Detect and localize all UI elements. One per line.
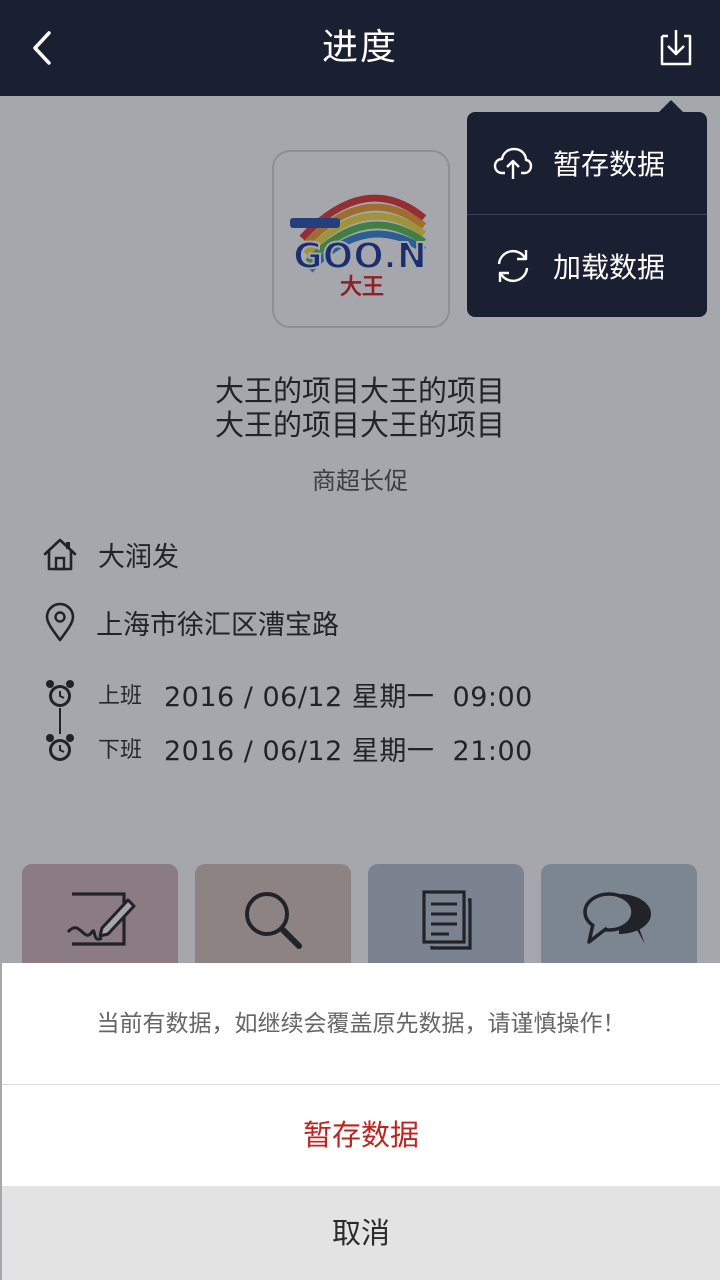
download-button[interactable] <box>654 26 698 70</box>
page-title: 进度 <box>321 27 398 68</box>
menu-item-load-data[interactable]: 加载数据 <box>467 215 707 317</box>
menu-pointer <box>659 100 683 112</box>
confirm-action-sheet: 当前有数据，如继续会覆盖原先数据，请谨慎操作！ 暂存数据 取消 <box>2 963 720 1280</box>
warning-message: 当前有数据，如继续会覆盖原先数据，请谨慎操作！ <box>2 963 720 1085</box>
refresh-icon <box>497 249 529 283</box>
top-bar: 进度 <box>0 0 720 96</box>
cancel-button[interactable]: 取消 <box>2 1186 720 1280</box>
download-icon <box>660 30 692 66</box>
cloud-upload-icon <box>493 147 533 179</box>
download-menu: 暂存数据 加载数据 <box>467 100 707 317</box>
save-draft-button[interactable]: 暂存数据 <box>2 1085 720 1186</box>
menu-item-save-draft[interactable]: 暂存数据 <box>467 112 707 214</box>
